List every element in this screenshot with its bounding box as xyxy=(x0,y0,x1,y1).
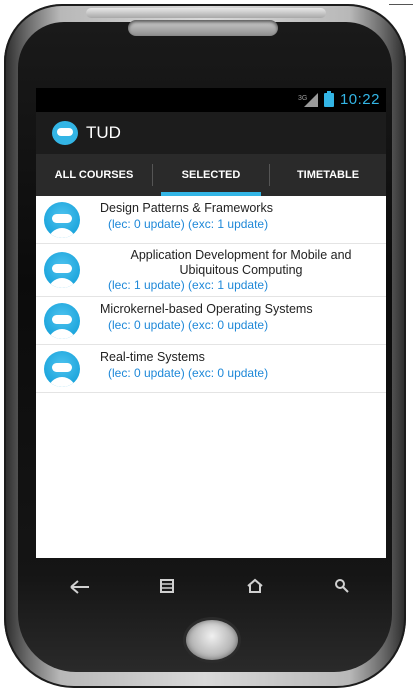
search-icon[interactable] xyxy=(322,578,362,599)
home-icon[interactable] xyxy=(235,578,275,599)
course-avatar-icon xyxy=(44,303,80,339)
status-bar: 3G 10:22 xyxy=(36,88,386,112)
tab-selected[interactable]: SELECTED xyxy=(153,154,269,196)
tab-label: SELECTED xyxy=(181,169,241,181)
back-arrow-icon[interactable] xyxy=(60,578,100,599)
course-avatar-icon xyxy=(44,252,80,288)
course-name: Design Patterns & Frameworks xyxy=(100,201,273,215)
course-list: Design Patterns & Frameworks (lec: 0 upd… xyxy=(36,196,386,393)
battery-icon xyxy=(323,90,334,107)
tab-all-courses[interactable]: ALL COURSES xyxy=(36,154,152,196)
tab-label: TIMETABLE xyxy=(296,169,360,181)
course-updates: (lec: 0 update) (exc: 0 update) xyxy=(108,366,269,380)
device-screen: 3G 10:22 TUD ALL COURSES SELECTED TIMETA… xyxy=(36,88,386,558)
status-clock: 10:22 xyxy=(339,91,380,108)
signal-icon: 3G xyxy=(298,92,318,107)
course-row[interactable]: Microkernel-based Operating Systems (lec… xyxy=(36,297,386,345)
recent-apps-icon[interactable] xyxy=(147,578,187,599)
course-row[interactable]: Real-time Systems (lec: 0 update) (exc: … xyxy=(36,345,386,393)
tab-bar: ALL COURSES SELECTED TIMETABLE xyxy=(36,154,386,196)
course-name: Microkernel-based Operating Systems xyxy=(100,302,313,316)
network-type-label: 3G xyxy=(298,95,307,102)
status-right: 3G 10:22 xyxy=(298,90,380,108)
hardware-home-button[interactable] xyxy=(186,620,238,660)
course-name: Real-time Systems xyxy=(100,350,205,364)
earpiece-speaker xyxy=(128,20,278,36)
tab-timetable[interactable]: TIMETABLE xyxy=(270,154,386,196)
course-updates: (lec: 1 update) (exc: 1 update) xyxy=(108,278,269,292)
tab-label: ALL COURSES xyxy=(54,169,134,181)
app-logo-icon[interactable] xyxy=(52,121,78,145)
course-row[interactable]: Application Development for Mobile and U… xyxy=(36,244,386,297)
course-avatar-icon xyxy=(44,351,80,387)
course-row[interactable]: Design Patterns & Frameworks (lec: 0 upd… xyxy=(36,196,386,244)
frame-corner-line xyxy=(389,4,413,5)
navigation-bar xyxy=(36,566,386,610)
app-title: TUD xyxy=(86,123,121,142)
course-avatar-icon xyxy=(44,202,80,238)
phone-top-rim xyxy=(86,8,326,18)
course-updates: (lec: 0 update) (exc: 0 update) xyxy=(108,318,269,332)
course-name: Application Development for Mobile and U… xyxy=(130,248,352,277)
action-bar: TUD xyxy=(36,112,386,154)
course-updates: (lec: 0 update) (exc: 1 update) xyxy=(108,217,269,231)
